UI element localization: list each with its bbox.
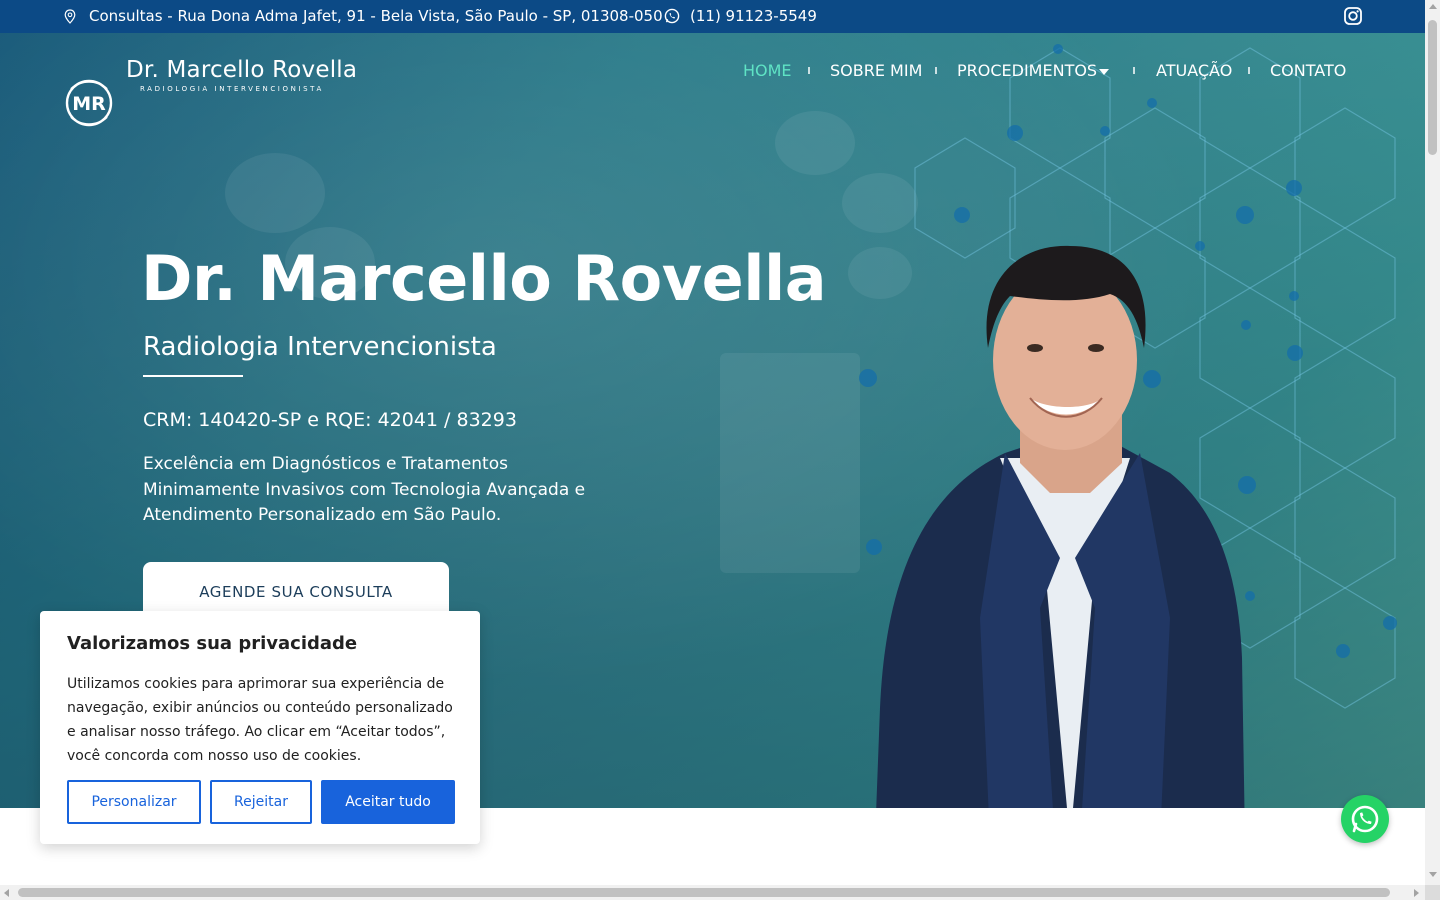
scroll-up-arrow[interactable] <box>1429 4 1437 9</box>
logo-tagline: RADIOLOGIA INTERVENCIONISTA <box>140 85 324 93</box>
chevron-down-icon[interactable] <box>1099 69 1109 75</box>
cookie-text: Utilizamos cookies para aprimorar sua ex… <box>67 676 453 764</box>
scroll-left-arrow[interactable] <box>4 889 9 897</box>
hero-subtitle: Radiologia Intervencionista <box>143 332 497 362</box>
nav-separator <box>935 67 937 74</box>
whatsapp-icon <box>1351 805 1379 833</box>
phone-link[interactable]: (11) 91123-5549 <box>690 7 817 25</box>
nav-procedimentos[interactable]: PROCEDIMENTOS <box>957 61 1097 80</box>
cookie-buttons: Personalizar Rejeitar Aceitar tudo <box>67 780 455 824</box>
cookie-accept-button[interactable]: Aceitar tudo <box>321 780 455 824</box>
cookie-reject-button[interactable]: Rejeitar <box>210 780 312 824</box>
nav-atuacao[interactable]: ATUAÇÃO <box>1156 61 1232 80</box>
nav-separator <box>1133 67 1135 74</box>
logo-monogram-icon: MR <box>65 79 113 127</box>
logo-monogram-text: MR <box>72 93 106 115</box>
doctor-portrait <box>876 245 1245 808</box>
cookie-consent-banner: Valorizamos sua privacidade Utilizamos c… <box>40 611 480 844</box>
whatsapp-icon[interactable] <box>664 8 680 28</box>
scroll-right-arrow[interactable] <box>1414 889 1419 897</box>
horizontal-scrollbar[interactable] <box>0 885 1425 900</box>
map-pin-icon <box>64 9 76 28</box>
top-bar: Consultas - Rua Dona Adma Jafet, 91 - Be… <box>0 0 1425 33</box>
scroll-down-arrow[interactable] <box>1429 872 1437 877</box>
vertical-scrollbar[interactable] <box>1425 0 1440 900</box>
instagram-icon[interactable] <box>1343 6 1363 30</box>
logo[interactable]: MR <box>62 75 116 131</box>
hero-description: Excelência em Diagnósticos e Tratamentos… <box>143 454 586 525</box>
hero-title: Dr. Marcello Rovella <box>141 242 827 315</box>
nav-separator <box>808 67 810 74</box>
cookie-customize-button[interactable]: Personalizar <box>67 780 201 824</box>
nav-home[interactable]: HOME <box>743 61 792 80</box>
whatsapp-float-button[interactable] <box>1341 795 1389 843</box>
nav-sobre-mim[interactable]: SOBRE MIM <box>830 61 922 80</box>
scrollbar-corner <box>1425 885 1440 900</box>
crm-text: CRM: 140420-SP e RQE: 42041 / 83293 <box>143 409 517 431</box>
main-nav: HOME SOBRE MIM PROCEDIMENTOS ATUAÇÃO CON… <box>0 61 1425 83</box>
address-text: Consultas - Rua Dona Adma Jafet, 91 - Be… <box>89 7 663 25</box>
subtitle-divider <box>143 375 243 377</box>
nav-contato[interactable]: CONTATO <box>1270 61 1346 80</box>
horizontal-scroll-thumb[interactable] <box>18 888 1390 897</box>
nav-separator <box>1248 67 1250 74</box>
vertical-scroll-thumb[interactable] <box>1428 20 1437 155</box>
cookie-title: Valorizamos sua privacidade <box>67 633 358 654</box>
